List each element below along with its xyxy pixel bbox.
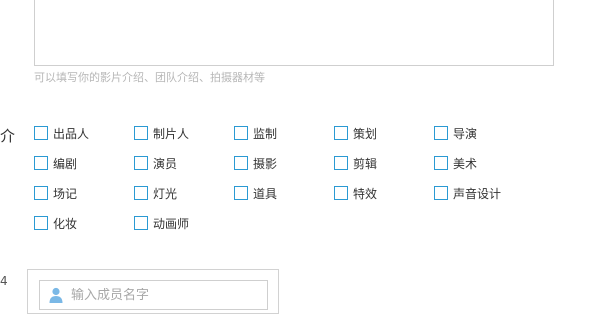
role-option[interactable]: 监制 xyxy=(234,124,277,142)
role-label: 道具 xyxy=(253,186,278,201)
role-checkbox[interactable] xyxy=(234,186,248,200)
intro-textarea[interactable] xyxy=(34,0,554,66)
role-checkbox[interactable] xyxy=(134,186,148,200)
role-checkbox[interactable] xyxy=(34,186,48,200)
role-label: 编剧 xyxy=(53,156,78,171)
role-option[interactable]: 剪辑 xyxy=(334,154,377,172)
role-checkbox[interactable] xyxy=(34,156,48,170)
role-checkbox[interactable] xyxy=(234,126,248,140)
role-checkbox[interactable] xyxy=(434,186,448,200)
role-checkbox[interactable] xyxy=(134,126,148,140)
role-option[interactable]: 摄影 xyxy=(234,154,277,172)
role-label: 场记 xyxy=(53,186,78,201)
role-option[interactable]: 特效 xyxy=(334,184,377,202)
role-option[interactable]: 导演 xyxy=(434,124,477,142)
role-option[interactable]: 道具 xyxy=(234,184,277,202)
role-option[interactable]: 场记 xyxy=(34,184,77,202)
role-option[interactable]: 声音设计 xyxy=(434,184,501,202)
role-checkbox[interactable] xyxy=(334,156,348,170)
member-name-input[interactable] xyxy=(71,287,241,303)
role-option[interactable]: 制片人 xyxy=(134,124,189,142)
role-label: 灯光 xyxy=(153,186,178,201)
role-option[interactable]: 灯光 xyxy=(134,184,177,202)
role-checkbox[interactable] xyxy=(434,156,448,170)
role-label: 声音设计 xyxy=(453,186,502,201)
role-label: 特效 xyxy=(353,186,378,201)
role-checkbox[interactable] xyxy=(334,126,348,140)
role-option[interactable]: 出品人 xyxy=(34,124,89,142)
role-checkbox[interactable] xyxy=(134,156,148,170)
person-icon xyxy=(49,287,63,303)
role-label: 摄影 xyxy=(253,156,278,171)
intro-hint: 可以填写你的影片介绍、团队介绍、拍摄器材等 xyxy=(34,71,265,84)
role-label: 剪辑 xyxy=(353,156,378,171)
role-label: 监制 xyxy=(253,126,278,141)
role-label: 导演 xyxy=(453,126,478,141)
role-option[interactable]: 化妆 xyxy=(34,214,77,232)
role-label: 动画师 xyxy=(153,216,190,231)
role-option[interactable]: 策划 xyxy=(334,124,377,142)
role-checkbox[interactable] xyxy=(234,156,248,170)
role-label: 策划 xyxy=(353,126,378,141)
role-checkbox[interactable] xyxy=(34,126,48,140)
role-checkbox[interactable] xyxy=(434,126,448,140)
role-checkbox[interactable] xyxy=(334,186,348,200)
members-section-label: 4 xyxy=(0,274,8,288)
role-label: 制片人 xyxy=(153,126,190,141)
role-option[interactable]: 演员 xyxy=(134,154,177,172)
role-label: 美术 xyxy=(453,156,478,171)
role-option[interactable]: 编剧 xyxy=(34,154,77,172)
member-search-field[interactable] xyxy=(39,280,268,310)
role-checkbox[interactable] xyxy=(134,216,148,230)
role-label: 出品人 xyxy=(53,126,90,141)
role-label: 化妆 xyxy=(53,216,78,231)
role-label: 演员 xyxy=(153,156,178,171)
role-checkbox[interactable] xyxy=(34,216,48,230)
roles-section-label: 介 xyxy=(0,127,16,145)
role-option[interactable]: 动画师 xyxy=(134,214,189,232)
role-option[interactable]: 美术 xyxy=(434,154,477,172)
